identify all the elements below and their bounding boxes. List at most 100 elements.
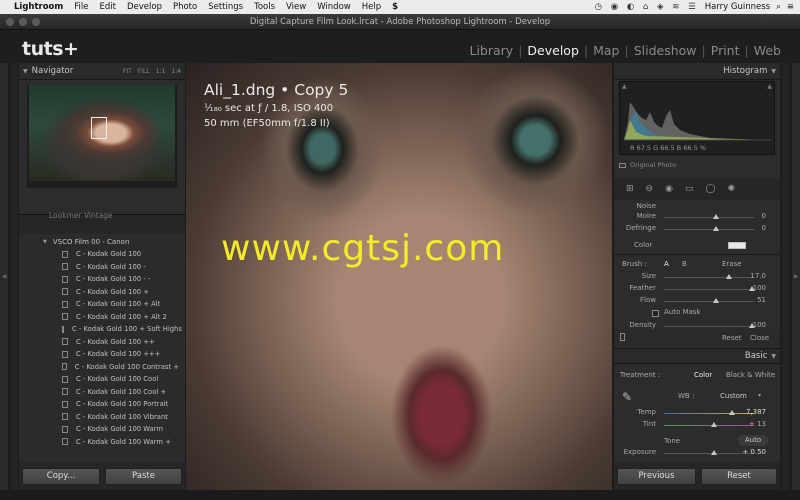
reset-button[interactable]: Reset — [701, 467, 777, 485]
moire-slider[interactable]: Moire 0 — [614, 212, 774, 224]
menu-view[interactable]: View — [286, 2, 306, 12]
slider-value[interactable]: 7,387 — [746, 408, 766, 416]
menu-settings[interactable]: Settings — [208, 2, 243, 12]
module-print[interactable]: Print — [706, 43, 745, 58]
temp-slider[interactable]: Temp 7,387 — [614, 408, 774, 420]
slider-track[interactable] — [664, 410, 754, 415]
slider-track[interactable] — [664, 226, 754, 231]
auto-mask-checkbox[interactable] — [652, 310, 659, 317]
size-slider[interactable]: Size 17.0 — [614, 272, 774, 284]
menu-help[interactable]: Help — [362, 2, 381, 12]
slider-track[interactable] — [664, 450, 754, 455]
wb-eyedropper-icon[interactable]: ✎ — [622, 390, 632, 404]
preset-item[interactable]: C - Kodak Gold 100 + Soft Highs — [27, 323, 182, 336]
tint-slider[interactable]: Tint + 13 — [614, 420, 774, 432]
slider-track[interactable] — [664, 286, 756, 291]
user-name[interactable]: Harry Guinness — [705, 2, 770, 12]
preset-item[interactable]: C - Kodak Gold 100 Vibrant — [27, 411, 179, 424]
menu-file[interactable]: File — [74, 2, 88, 12]
slider-thumb[interactable] — [713, 214, 720, 219]
slider-thumb[interactable] — [711, 422, 718, 427]
menu-app[interactable]: Lightroom — [14, 2, 63, 12]
zoom-fill[interactable]: FILL — [138, 68, 150, 75]
preset-item[interactable]: C - Kodak Gold 100 - — [27, 261, 179, 274]
slider-track[interactable] — [664, 323, 756, 328]
graduated-filter-icon[interactable]: ▭ — [685, 184, 694, 194]
preset-item[interactable]: C - Kodak Gold 100 Portrait — [27, 398, 179, 411]
slider-track[interactable] — [664, 298, 754, 303]
preset-item[interactable]: C - Kodak Gold 100 +++ — [27, 348, 179, 361]
radial-filter-icon[interactable]: ◯ — [705, 184, 715, 194]
slider-thumb[interactable] — [711, 450, 718, 455]
feather-slider[interactable]: Feather 100 — [614, 284, 774, 296]
zoom-window-button[interactable] — [32, 18, 40, 26]
spot-removal-icon[interactable]: ⊖ — [646, 184, 654, 194]
slider-value[interactable]: 0 — [762, 224, 766, 232]
search-icon[interactable]: ⌕ — [776, 2, 781, 12]
red-eye-icon[interactable]: ◉ — [665, 184, 673, 194]
mask-toggle-icon[interactable] — [620, 333, 625, 341]
mask-reset-button[interactable]: Reset — [722, 334, 742, 342]
slider-value[interactable]: 100 — [753, 321, 766, 329]
module-slideshow[interactable]: Slideshow — [629, 43, 702, 58]
right-panel-toggle[interactable]: ▶ — [792, 63, 800, 490]
module-web[interactable]: Web — [749, 43, 786, 58]
menu-edit[interactable]: Edit — [100, 2, 116, 12]
slider-thumb[interactable] — [713, 298, 720, 303]
preset-folder-lookmer[interactable]: Lookmer Vintage — [49, 211, 113, 220]
paste-button[interactable]: Paste — [105, 467, 182, 485]
collapse-icon[interactable]: ▼ — [771, 353, 776, 360]
preset-item[interactable]: C - Kodak Gold 100 ++ — [27, 336, 179, 349]
menu-photo[interactable]: Photo — [173, 2, 197, 12]
preset-item[interactable]: C - Kodak Gold 100 Warm + — [27, 436, 179, 449]
slider-thumb[interactable] — [729, 410, 736, 415]
navigator-viewport-rect[interactable] — [91, 117, 107, 139]
exposure-slider[interactable]: Exposure + 0.50 — [614, 448, 774, 460]
crop-tool-icon[interactable]: ⊞ — [626, 184, 634, 194]
brush-a-button[interactable]: A — [664, 260, 669, 268]
wb-select[interactable]: Custom — [720, 392, 747, 400]
brush-erase-button[interactable]: Erase — [722, 260, 742, 268]
brush-b-button[interactable]: B — [682, 260, 687, 268]
slider-track[interactable] — [664, 214, 754, 219]
treatment-color[interactable]: Color — [694, 371, 712, 379]
slider-thumb[interactable] — [725, 274, 732, 279]
preset-item[interactable]: C - Kodak Gold 100 Warm — [27, 423, 179, 436]
left-panel-toggle[interactable]: ◀ — [0, 63, 8, 490]
mask-close-button[interactable]: Close — [750, 334, 769, 342]
preset-folder-vsco[interactable]: ▼ VSCO Film 00 - Canon — [27, 236, 179, 248]
slider-value[interactable]: 100 — [753, 284, 766, 292]
minimize-window-button[interactable] — [19, 18, 27, 26]
clipping-shadows-icon[interactable]: ▲ — [622, 83, 627, 90]
clipping-highlights-icon[interactable]: ▲ — [767, 83, 772, 90]
auto-tone-button[interactable]: Auto — [738, 435, 768, 446]
preset-item[interactable]: C - Kodak Gold 100 Contrast + — [27, 361, 179, 374]
folder-expand-icon[interactable]: ▼ — [43, 239, 47, 245]
treatment-bw[interactable]: Black & White — [726, 371, 775, 379]
navigator-preview[interactable] — [27, 85, 177, 188]
defringe-slider[interactable]: Defringe 0 — [614, 224, 774, 236]
left-scrollbar[interactable] — [10, 63, 18, 490]
preset-item[interactable]: C - Kodak Gold 100 Cool — [27, 373, 179, 386]
preset-item[interactable]: C - Kodak Gold 100 + Alt — [27, 298, 179, 311]
close-window-button[interactable] — [6, 18, 14, 26]
collapse-icon[interactable]: ▼ — [23, 68, 28, 75]
menu-window[interactable]: Window — [317, 2, 351, 12]
slider-thumb[interactable] — [713, 226, 720, 231]
histogram[interactable]: R 67.5 G 66.5 B 66.5 % ▲ ▲ — [619, 81, 775, 155]
auto-mask-row[interactable]: Auto Mask — [614, 308, 774, 320]
slider-value[interactable]: 17.0 — [750, 272, 766, 280]
histogram-header[interactable]: Histogram ▼ — [614, 63, 780, 80]
slider-value[interactable]: 0 — [762, 212, 766, 220]
slider-track[interactable] — [664, 422, 754, 427]
menu-tools[interactable]: Tools — [254, 2, 275, 12]
preset-item[interactable]: C - Kodak Gold 100 — [27, 248, 179, 261]
module-map[interactable]: Map — [588, 43, 624, 58]
preset-item[interactable]: C - Kodak Gold 100 + Alt 2 — [27, 311, 179, 324]
zoom-1-4[interactable]: 1:4 — [171, 68, 181, 75]
menu-develop[interactable]: Develop — [127, 2, 162, 12]
color-swatch[interactable] — [728, 242, 746, 249]
preset-item[interactable]: C - Kodak Gold 100 Cool + — [27, 386, 179, 399]
slider-value[interactable]: + 0.50 — [742, 448, 766, 456]
photo-canvas[interactable]: Ali_1.dng • Copy 5 ¹⁄₁₈₀ sec at ƒ / 1.8,… — [186, 63, 612, 492]
